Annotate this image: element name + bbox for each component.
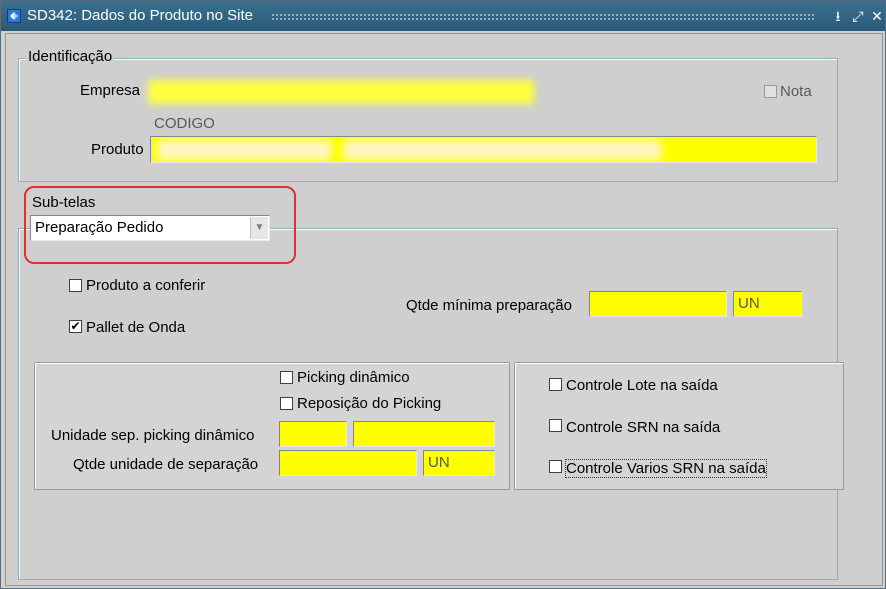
controle-lote-checkbox[interactable]	[549, 378, 562, 391]
qtde-unidade-field[interactable]	[279, 450, 417, 476]
maximize-icon[interactable]: ⤢	[850, 8, 866, 24]
chevron-down-icon[interactable]: ▼	[250, 217, 268, 239]
form-body: Identificação Empresa Nota CODIGO Produt…	[5, 33, 883, 586]
subtelas-select[interactable]: Preparação Pedido ▼	[30, 215, 270, 241]
controle-varios-srn-label: Controle Varios SRN na saída	[565, 459, 767, 478]
unidade-sep-label: Unidade sep. picking dinâmico	[51, 427, 255, 444]
pallet-de-onda-checkbox[interactable]: ✔	[69, 320, 82, 333]
empresa-label: Empresa	[80, 82, 141, 99]
produto-label: Produto	[91, 141, 144, 158]
controle-srn-label: Controle SRN na saída	[566, 419, 721, 436]
identificacao-group	[18, 58, 838, 182]
subtelas-selected: Preparação Pedido	[35, 219, 164, 236]
qtde-unidade-label: Qtde unidade de separação	[73, 456, 259, 473]
picking-dinamico-label: Picking dinâmico	[297, 369, 410, 386]
window: SD342: Dados do Produto no Site ⭳ ⤢ ✕ Id…	[0, 0, 886, 589]
qtde-minima-field[interactable]	[589, 291, 727, 317]
qtde-minima-unit-field[interactable]: UN	[733, 291, 802, 317]
nota-checkbox[interactable]	[764, 85, 777, 98]
produto-field[interactable]	[150, 136, 817, 163]
unidade-sep-code-field[interactable]	[279, 421, 347, 447]
produto-a-conferir-checkbox[interactable]	[69, 279, 82, 292]
identificacao-legend: Identificação	[26, 48, 115, 65]
nota-label: Nota	[780, 83, 812, 100]
controle-lote-label: Controle Lote na saída	[566, 377, 718, 394]
produto-a-conferir-label: Produto a conferir	[86, 277, 206, 294]
picking-dinamico-checkbox[interactable]	[280, 371, 293, 384]
controle-varios-srn-checkbox[interactable]	[549, 460, 562, 473]
app-icon	[7, 9, 21, 23]
title-bar[interactable]: SD342: Dados do Produto no Site ⭳ ⤢ ✕	[1, 1, 885, 31]
produto-code-redacted	[157, 140, 331, 160]
unidade-sep-desc-field[interactable]	[353, 421, 495, 447]
qtde-minima-label: Qtde mínima preparação	[406, 297, 572, 314]
reposicao-picking-checkbox[interactable]	[280, 397, 293, 410]
close-icon[interactable]: ✕	[869, 8, 885, 24]
minimize-icon[interactable]: ⭳	[830, 8, 846, 24]
codigo-label: CODIGO	[154, 115, 215, 132]
window-title: SD342: Dados do Produto no Site	[27, 7, 253, 24]
produto-desc-redacted	[343, 140, 661, 160]
controle-srn-checkbox[interactable]	[549, 419, 562, 432]
pallet-de-onda-label: Pallet de Onda	[86, 319, 186, 336]
qtde-unidade-unit-field[interactable]: UN	[423, 450, 495, 476]
empresa-field[interactable]	[148, 80, 534, 104]
reposicao-picking-label: Reposição do Picking	[297, 395, 442, 412]
subtelas-label: Sub-telas	[32, 194, 96, 211]
title-grip	[271, 13, 816, 21]
